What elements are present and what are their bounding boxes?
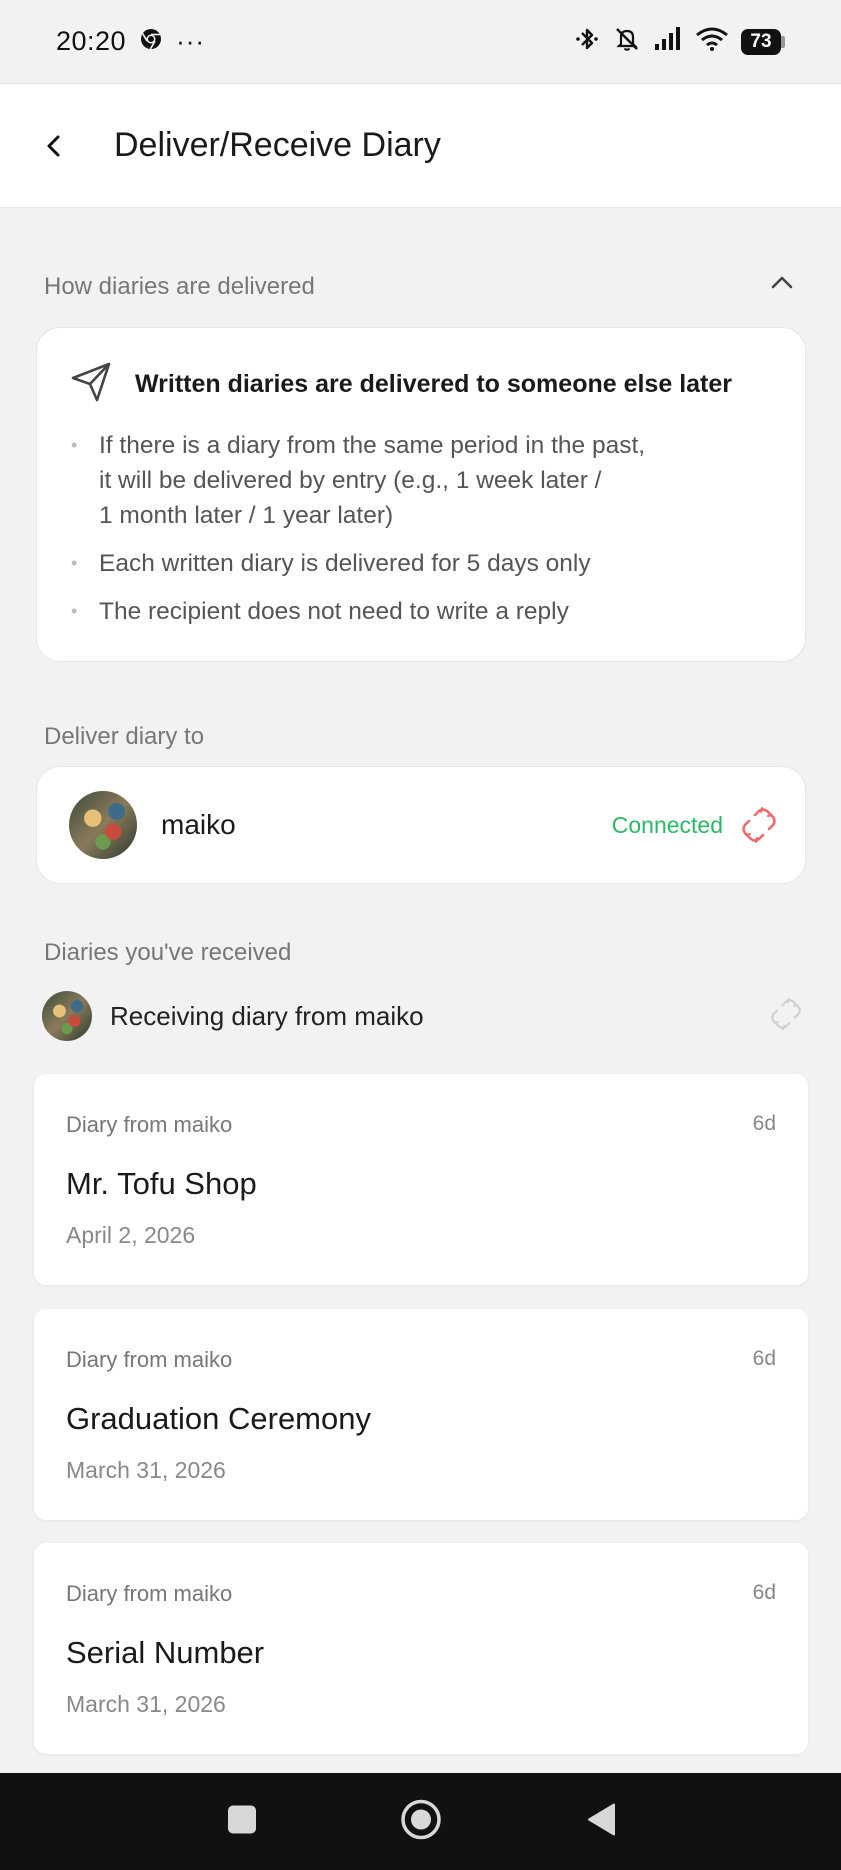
- diary-age: 6d: [752, 1112, 776, 1135]
- system-nav-bar: [0, 1773, 841, 1870]
- chevron-left-icon: [47, 135, 60, 156]
- wifi-icon: [695, 26, 729, 57]
- bluetooth-icon: [573, 25, 601, 58]
- delivery-rule: • If there is a diary from the same peri…: [71, 428, 771, 533]
- diary-from: Diary from maiko: [66, 1112, 233, 1137]
- diary-date: March 31, 2026: [66, 1691, 226, 1717]
- diary-from: Diary from maiko: [66, 1581, 233, 1606]
- back-button[interactable]: [26, 118, 82, 174]
- rule-line: it will be delivered by entry (e.g., 1 w…: [99, 467, 602, 494]
- triangle-back-icon: [588, 1803, 615, 1835]
- diary-card[interactable]: Diary from maiko 6d Serial Number March …: [34, 1543, 808, 1754]
- back-nav-button[interactable]: [584, 1801, 618, 1842]
- received-label: Diaries you've received: [44, 939, 292, 966]
- status-time: 20:20: [56, 26, 127, 56]
- chrome-icon: [140, 28, 162, 55]
- avatar: [69, 791, 137, 859]
- diary-age: 6d: [752, 1347, 776, 1370]
- diary-date: March 31, 2026: [66, 1457, 226, 1483]
- send-icon: [69, 360, 113, 409]
- deliver-to-label: Deliver diary to: [44, 723, 205, 750]
- delivery-info-card: Written diaries are delivered to someone…: [36, 327, 806, 662]
- delivery-info-title: Written diaries are delivered to someone…: [135, 370, 732, 398]
- more-notifications-icon: ···: [176, 26, 206, 56]
- unlink-icon: [771, 997, 801, 1030]
- diary-title: Mr. Tofu Shop: [66, 1166, 257, 1201]
- page-title: Deliver/Receive Diary: [114, 126, 441, 164]
- home-button[interactable]: [400, 1798, 442, 1845]
- rule-line: If there is a diary from the same period…: [99, 432, 646, 459]
- battery-level: 73: [741, 28, 781, 55]
- chevron-up-icon: [771, 276, 793, 289]
- receiving-unlink-button[interactable]: [770, 997, 802, 1035]
- circle-icon: [401, 1799, 441, 1839]
- connection-status: Connected: [611, 811, 723, 838]
- recents-button[interactable]: [226, 1803, 258, 1840]
- app-header: Deliver/Receive Diary: [0, 84, 841, 208]
- how-delivered-label: How diaries are delivered: [44, 273, 315, 300]
- collapse-button[interactable]: [769, 272, 795, 299]
- diary-from: Diary from maiko: [66, 1347, 233, 1372]
- delivery-rules-list: • If there is a diary from the same peri…: [71, 428, 771, 642]
- rule-line: 1 month later / 1 year later): [99, 502, 394, 529]
- unlink-icon: [742, 807, 776, 843]
- status-bar: 20:20 ··· 73: [0, 0, 841, 84]
- diary-card[interactable]: Diary from maiko 6d Graduation Ceremony …: [34, 1309, 808, 1520]
- bell-off-icon: [613, 25, 641, 58]
- diary-title: Graduation Ceremony: [66, 1401, 371, 1436]
- diary-title: Serial Number: [66, 1635, 265, 1670]
- signal-icon: [653, 26, 683, 57]
- recipient-card[interactable]: maiko Connected: [36, 766, 806, 884]
- diary-card[interactable]: Diary from maiko 6d Mr. Tofu Shop April …: [34, 1074, 808, 1285]
- delivery-rule: • Each written diary is delivered for 5 …: [71, 550, 591, 577]
- battery-icon: 73: [741, 28, 785, 55]
- unlink-button[interactable]: [741, 807, 777, 843]
- receiving-text: Receiving diary from maiko: [110, 1000, 424, 1031]
- recipient-name: maiko: [161, 809, 236, 840]
- receiving-source-row: Receiving diary from maiko: [42, 990, 802, 1042]
- diary-age: 6d: [752, 1581, 776, 1604]
- square-icon: [228, 1805, 256, 1833]
- diary-date: April 2, 2026: [66, 1222, 196, 1248]
- delivery-rule: • The recipient does not need to write a…: [71, 598, 569, 625]
- avatar: [42, 991, 92, 1041]
